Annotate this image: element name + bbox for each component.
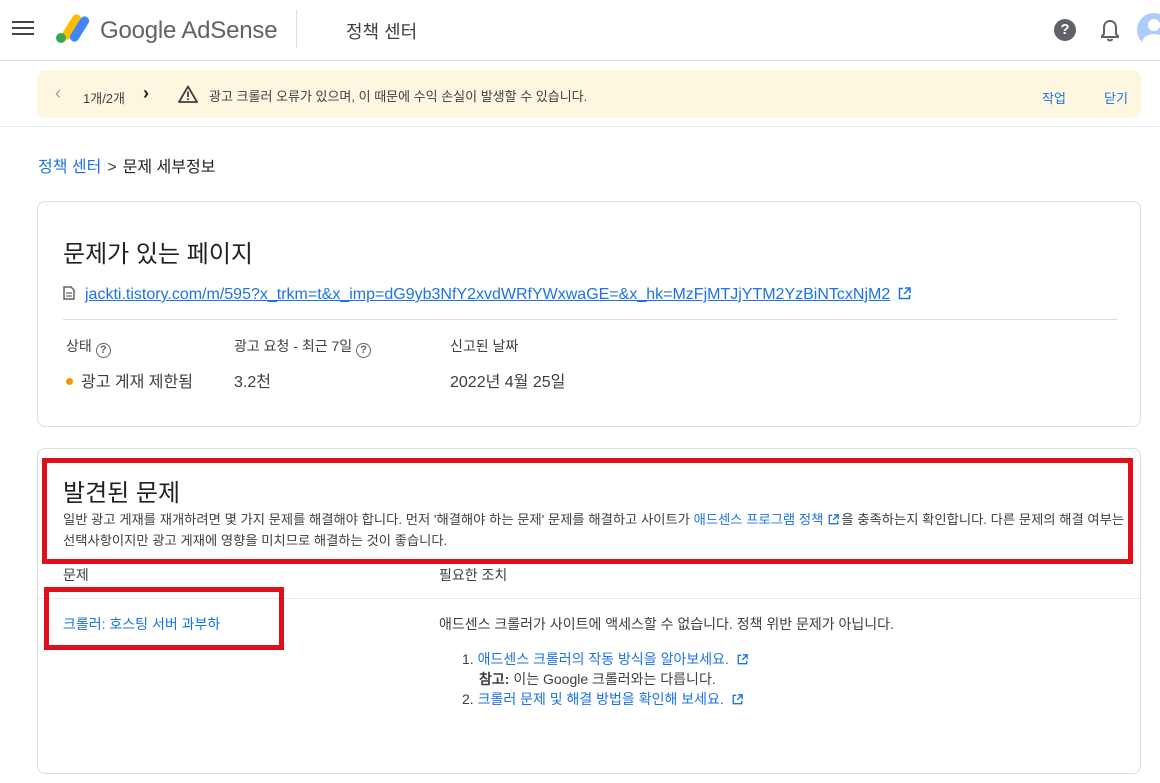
banner-divider — [0, 126, 1160, 127]
issues-found-card: 발견된 문제 일반 광고 게재를 재개하려면 몇 가지 문제를 해결해야 합니다… — [37, 448, 1141, 774]
logo-text[interactable]: Google AdSense — [100, 17, 278, 45]
highlight-box-description — [42, 458, 1133, 564]
card-title: 문제가 있는 페이지 — [63, 241, 253, 268]
action-steps-list: 1. 애드센스 크롤러의 작동 방식을 알아보세요. 참고: 이는 Google… — [462, 649, 748, 709]
problem-page-card: 문제가 있는 페이지 jackti.tistory.com/m/595?x_tr… — [37, 201, 1141, 427]
note-text: 이는 Google 크롤러와는 다릅니다. — [509, 671, 716, 687]
crawler-troubleshoot-link[interactable]: 크롤러 문제 및 해결 방법을 확인해 보세요. — [478, 691, 724, 707]
help-icon[interactable]: ? — [1054, 19, 1076, 41]
chevron-right-icon: > — [107, 159, 117, 176]
column-header-issue: 문제 — [63, 567, 89, 583]
banner-message: 광고 크롤러 오류가 있으며, 이 때문에 수익 손실이 발생할 수 있습니다. — [209, 89, 588, 104]
reported-date-label: 신고된 날짜 — [450, 338, 519, 354]
breadcrumb-current: 문제 세부정보 — [122, 159, 216, 176]
top-app-bar: Google AdSense 정책 센터 ? — [0, 0, 1160, 61]
action-summary: 애드센스 크롤러가 사이트에 액세스할 수 없습니다. 정책 위반 문제가 아닙… — [439, 616, 894, 632]
note-label: 참고: — [479, 671, 510, 687]
crawler-how-it-works-link[interactable]: 애드센스 크롤러의 작동 방식을 알아보세요. — [478, 651, 729, 667]
alert-banner: ‹ 1개/2개 › 광고 크롤러 오류가 있으며, 이 때문에 수익 손실이 발… — [37, 70, 1141, 118]
open-in-new-icon[interactable] — [898, 287, 911, 300]
list-item: 2. 크롤러 문제 및 해결 방법을 확인해 보세요. — [462, 689, 748, 709]
page-url-row: jackti.tistory.com/m/595?x_trkm=t&x_imp=… — [63, 286, 911, 304]
status-dot — [66, 378, 73, 385]
status-value: 광고 게재 제한됨 — [81, 374, 193, 391]
requests-label: 광고 요청 - 최근 7일 — [234, 338, 353, 354]
breadcrumb: 정책 센터 > 문제 세부정보 — [38, 153, 215, 177]
requests-label-group: 광고 요청 - 최근 7일? — [234, 336, 372, 358]
chevron-right-icon[interactable]: › — [143, 84, 149, 102]
help-circle-icon[interactable]: ? — [356, 343, 372, 358]
adsense-logo-icon — [56, 14, 89, 43]
reported-date-value: 2022년 4월 25일 — [450, 374, 566, 391]
warning-icon — [178, 85, 198, 103]
menu-icon[interactable] — [12, 21, 34, 39]
banner-action-button[interactable]: 작업 — [1042, 88, 1066, 107]
open-in-new-icon[interactable] — [737, 654, 748, 665]
banner-pager: 1개/2개 — [83, 91, 125, 106]
help-circle-icon[interactable]: ? — [95, 343, 111, 358]
requests-value: 3.2천 — [234, 374, 271, 391]
card-divider — [63, 319, 1117, 320]
notifications-bell-icon[interactable] — [1099, 19, 1121, 43]
banner-close-button[interactable]: 닫기 — [1104, 88, 1128, 107]
open-in-new-icon[interactable] — [732, 694, 743, 705]
document-icon — [63, 286, 75, 300]
status-label-group: 상태? — [66, 336, 111, 358]
page-section-title: 정책 센터 — [346, 22, 418, 42]
column-header-action: 필요한 조치 — [439, 567, 508, 583]
status-value-group: 광고 게재 제한됨 — [66, 368, 193, 392]
breadcrumb-policy-center[interactable]: 정책 센터 — [38, 159, 101, 176]
page-url-link[interactable]: jackti.tistory.com/m/595?x_trkm=t&x_imp=… — [85, 286, 890, 303]
header-divider — [296, 10, 297, 48]
list-item: 1. 애드센스 크롤러의 작동 방식을 알아보세요. — [462, 649, 748, 669]
highlight-box-issue — [44, 587, 284, 650]
note-line: 참고: 이는 Google 크롤러와는 다릅니다. — [462, 669, 748, 689]
chevron-left-icon[interactable]: ‹ — [55, 84, 61, 102]
status-label: 상태 — [66, 338, 92, 354]
account-avatar[interactable] — [1137, 13, 1160, 47]
